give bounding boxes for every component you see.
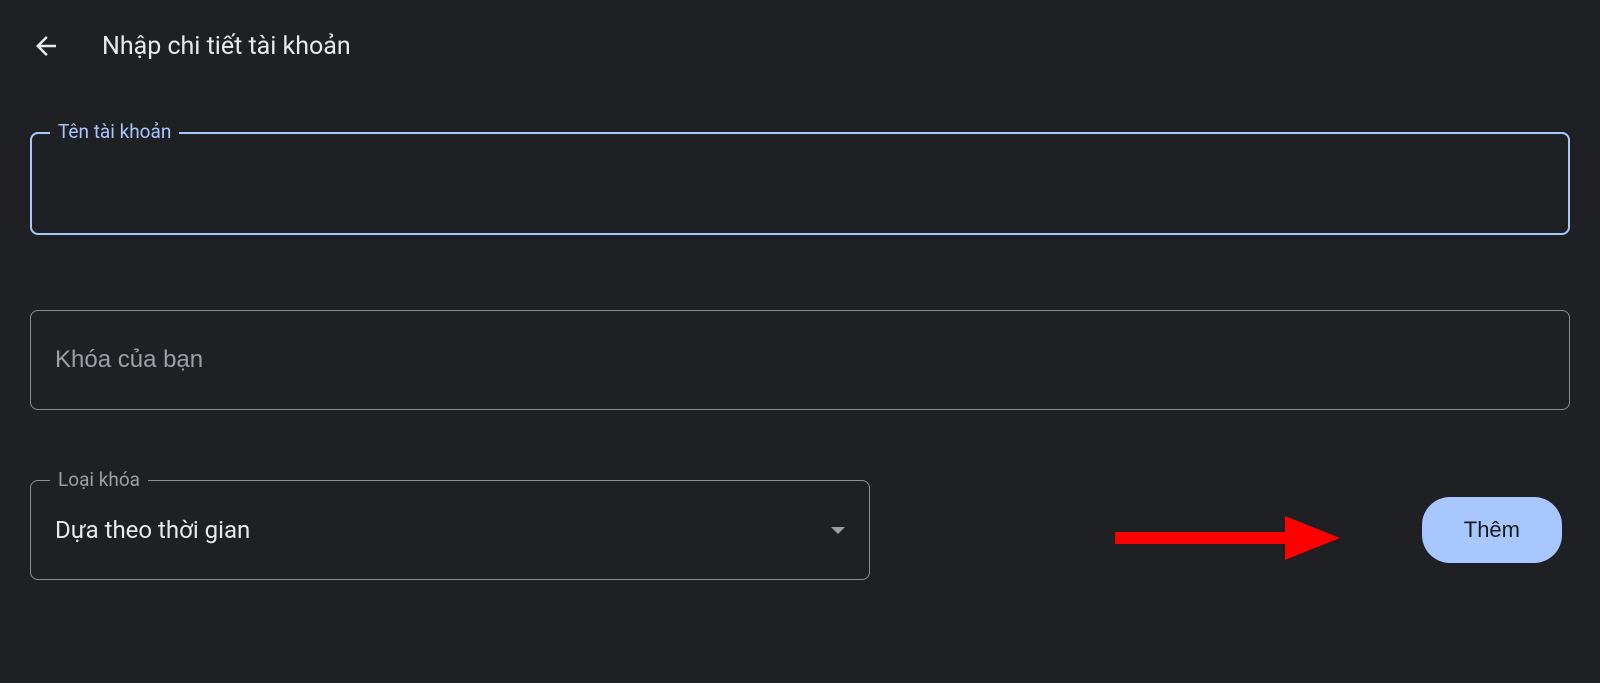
your-key-input[interactable] bbox=[30, 310, 1570, 410]
key-type-label: Loại khóa bbox=[50, 468, 148, 491]
key-type-select[interactable]: Dựa theo thời gian bbox=[30, 480, 870, 580]
back-arrow-icon[interactable] bbox=[30, 30, 62, 62]
bottom-row: Loại khóa Dựa theo thời gian Thêm bbox=[30, 480, 1570, 580]
account-name-field-wrapper: Tên tài khoản bbox=[30, 132, 1570, 235]
page-header: Nhập chi tiết tài khoản bbox=[0, 0, 1600, 62]
add-button[interactable]: Thêm bbox=[1422, 497, 1562, 563]
your-key-field-wrapper bbox=[30, 310, 1570, 410]
key-type-field-wrapper: Loại khóa Dựa theo thời gian bbox=[30, 480, 870, 580]
chevron-down-icon bbox=[831, 527, 845, 534]
form-container: Tên tài khoản Loại khóa Dựa theo thời gi… bbox=[0, 62, 1600, 580]
page-title: Nhập chi tiết tài khoản bbox=[102, 32, 351, 61]
key-type-selected-value: Dựa theo thời gian bbox=[55, 516, 250, 544]
account-name-label: Tên tài khoản bbox=[50, 120, 179, 143]
account-name-input[interactable] bbox=[30, 132, 1570, 235]
